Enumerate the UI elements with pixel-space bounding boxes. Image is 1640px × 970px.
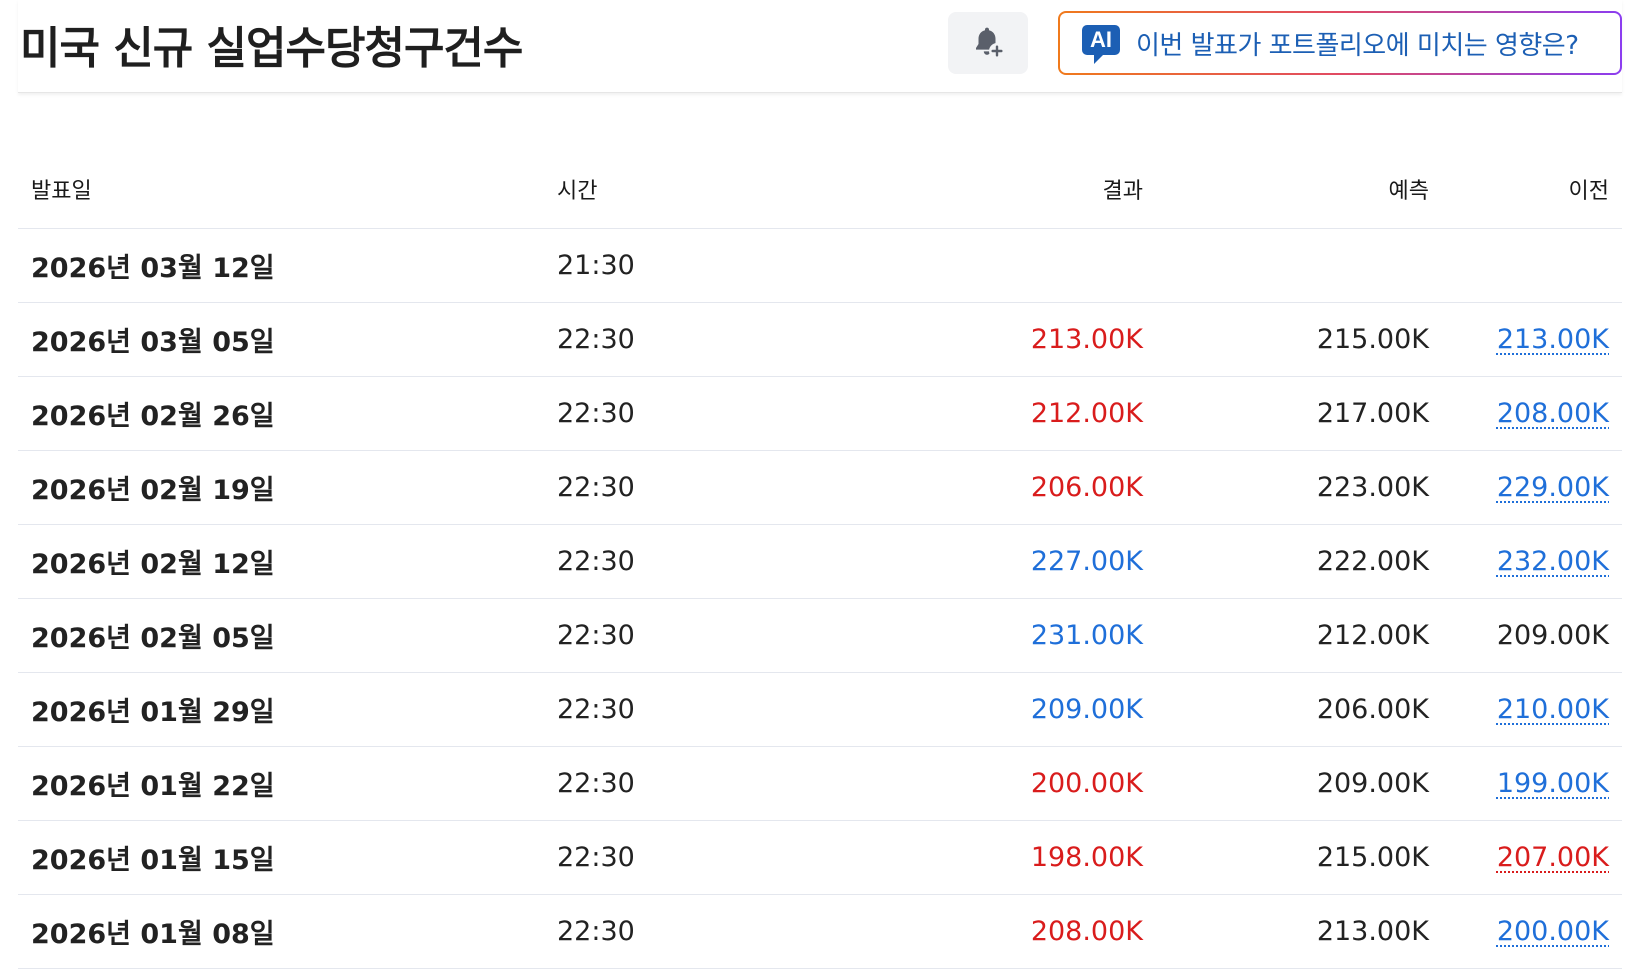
previous-value-cell: 232.00K bbox=[1442, 524, 1622, 599]
forecast-value-cell: 213.00K bbox=[1156, 894, 1442, 969]
ai-chat-icon: AI bbox=[1082, 25, 1120, 64]
release-date-cell: 2026년 02월 19일 bbox=[18, 450, 544, 525]
actual-value-cell: 212.00K bbox=[870, 376, 1156, 451]
revised-previous-value[interactable]: 199.00K bbox=[1497, 768, 1609, 799]
release-date-cell: 2026년 01월 22일 bbox=[18, 746, 544, 821]
column-header-time: 시간 bbox=[544, 150, 870, 229]
actual-value-cell: 200.00K bbox=[870, 746, 1156, 821]
release-date-cell: 2026년 01월 08일 bbox=[18, 894, 544, 969]
table-row: 2026년 01월 22일 22:30 200.00K 209.00K 199.00K bbox=[18, 746, 1622, 821]
release-date-cell: 2026년 01월 15일 bbox=[18, 820, 544, 895]
release-time-cell: 22:30 bbox=[544, 894, 870, 969]
release-history-table: 발표일 시간 결과 예측 이전 2026년 03월 12일 21:30 2026년 … bbox=[18, 150, 1622, 969]
release-time-cell: 22:30 bbox=[544, 746, 870, 821]
release-date-cell: 2026년 02월 12일 bbox=[18, 524, 544, 599]
column-header-release-date: 발표일 bbox=[18, 150, 544, 229]
table-header-row: 발표일 시간 결과 예측 이전 bbox=[18, 150, 1622, 229]
actual-value-cell: 213.00K bbox=[870, 302, 1156, 377]
release-time-cell: 22:30 bbox=[544, 450, 870, 525]
release-date-cell: 2026년 02월 05일 bbox=[18, 598, 544, 673]
table-row: 2026년 02월 12일 22:30 227.00K 222.00K 232.00K bbox=[18, 524, 1622, 599]
table-row: 2026년 01월 15일 22:30 198.00K 215.00K 207.00K bbox=[18, 820, 1622, 895]
forecast-value-cell: 223.00K bbox=[1156, 450, 1442, 525]
table-row: 2026년 02월 26일 22:30 212.00K 217.00K 208.00K bbox=[18, 376, 1622, 451]
actual-value-cell: 198.00K bbox=[870, 820, 1156, 895]
previous-value-cell: 208.00K bbox=[1442, 376, 1622, 451]
revised-previous-value[interactable]: 208.00K bbox=[1497, 398, 1609, 429]
release-time-cell: 22:30 bbox=[544, 598, 870, 673]
ai-button-content: AI 이번 발표가 포트폴리오에 미치는 영향은? bbox=[1060, 13, 1620, 73]
page-title: 미국 신규 실업수당청구건수 bbox=[20, 23, 523, 74]
previous-value-cell: 209.00K bbox=[1442, 598, 1622, 673]
previous-value-cell: 210.00K bbox=[1442, 672, 1622, 747]
release-time-cell: 22:30 bbox=[544, 524, 870, 599]
ai-button-label: 이번 발표가 포트폴리오에 미치는 영향은? bbox=[1136, 30, 1579, 61]
actual-value-cell: 231.00K bbox=[870, 598, 1156, 673]
previous-value-cell: 229.00K bbox=[1442, 450, 1622, 525]
revised-previous-value[interactable]: 207.00K bbox=[1497, 842, 1609, 873]
actual-value-cell bbox=[870, 228, 1156, 303]
table-body: 2026년 03월 12일 21:30 2026년 03월 05일 22:30 213.… bbox=[18, 228, 1622, 969]
release-date-cell: 2026년 01월 29일 bbox=[18, 672, 544, 747]
forecast-value-cell: 217.00K bbox=[1156, 376, 1442, 451]
release-time-cell: 21:30 bbox=[544, 228, 870, 303]
actual-value-cell: 227.00K bbox=[870, 524, 1156, 599]
forecast-value-cell: 215.00K bbox=[1156, 302, 1442, 377]
table-row: 2026년 02월 19일 22:30 206.00K 223.00K 229.00K bbox=[18, 450, 1622, 525]
actual-value-cell: 206.00K bbox=[870, 450, 1156, 525]
previous-value-cell bbox=[1442, 228, 1622, 303]
release-date-cell: 2026년 02월 26일 bbox=[18, 376, 544, 451]
page-header: 미국 신규 실업수당청구건수 AI 이번 발표가 포트폴리오에 미치는 영향은? bbox=[18, 0, 1622, 93]
release-date-cell: 2026년 03월 12일 bbox=[18, 228, 544, 303]
revised-previous-value[interactable]: 210.00K bbox=[1497, 694, 1609, 725]
previous-value-cell: 199.00K bbox=[1442, 746, 1622, 821]
previous-value-cell: 207.00K bbox=[1442, 820, 1622, 895]
table-row: 2026년 03월 12일 21:30 bbox=[18, 228, 1622, 303]
release-time-cell: 22:30 bbox=[544, 302, 870, 377]
table-row: 2026년 02월 05일 22:30 231.00K 212.00K 209.00K bbox=[18, 598, 1622, 673]
forecast-value-cell: 212.00K bbox=[1156, 598, 1442, 673]
table-row: 2026년 03월 05일 22:30 213.00K 215.00K 213.00K bbox=[18, 302, 1622, 377]
previous-value: 209.00K bbox=[1496, 620, 1609, 651]
ai-portfolio-impact-button[interactable]: AI 이번 발표가 포트폴리오에 미치는 영향은? bbox=[1058, 11, 1622, 75]
forecast-value-cell: 209.00K bbox=[1156, 746, 1442, 821]
add-alert-button[interactable] bbox=[948, 12, 1028, 74]
release-time-cell: 22:30 bbox=[544, 820, 870, 895]
release-time-cell: 22:30 bbox=[544, 376, 870, 451]
forecast-value-cell: 222.00K bbox=[1156, 524, 1442, 599]
revised-previous-value[interactable]: 213.00K bbox=[1497, 324, 1609, 355]
actual-value-cell: 208.00K bbox=[870, 894, 1156, 969]
revised-previous-value[interactable]: 200.00K bbox=[1497, 916, 1609, 947]
release-time-cell: 22:30 bbox=[544, 672, 870, 747]
table-row: 2026년 01월 29일 22:30 209.00K 206.00K 210.00K bbox=[18, 672, 1622, 747]
column-header-actual: 결과 bbox=[870, 150, 1156, 229]
actual-value-cell: 209.00K bbox=[870, 672, 1156, 747]
release-date-cell: 2026년 03월 05일 bbox=[18, 302, 544, 377]
column-header-previous: 이전 bbox=[1442, 150, 1622, 229]
forecast-value-cell: 206.00K bbox=[1156, 672, 1442, 747]
table-row: 2026년 01월 08일 22:30 208.00K 213.00K 200.00K bbox=[18, 894, 1622, 969]
forecast-value-cell bbox=[1156, 228, 1442, 303]
bell-plus-icon bbox=[976, 27, 1005, 59]
column-header-forecast: 예측 bbox=[1156, 150, 1442, 229]
previous-value-cell: 213.00K bbox=[1442, 302, 1622, 377]
revised-previous-value[interactable]: 229.00K bbox=[1497, 472, 1609, 503]
previous-value-cell: 200.00K bbox=[1442, 894, 1622, 969]
forecast-value-cell: 215.00K bbox=[1156, 820, 1442, 895]
revised-previous-value[interactable]: 232.00K bbox=[1497, 546, 1609, 577]
